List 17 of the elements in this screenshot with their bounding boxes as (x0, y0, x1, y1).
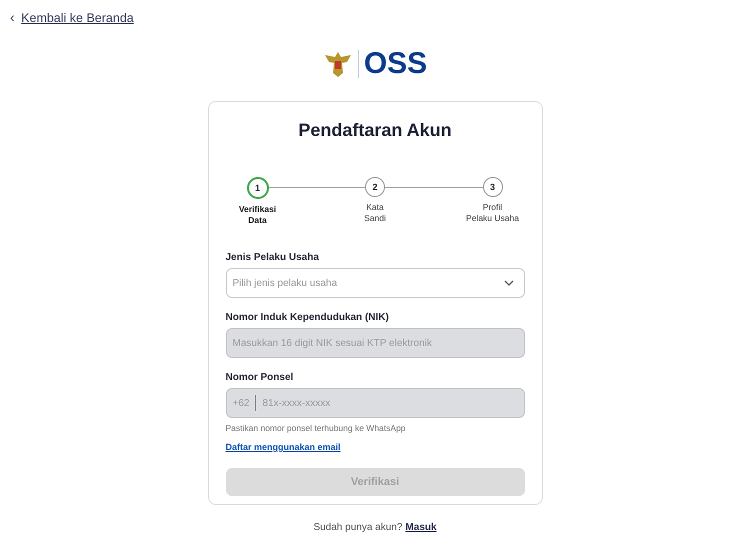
step-label: Kata Sandi (364, 202, 386, 224)
step-number: 1 (246, 177, 268, 199)
field-label: Jenis Pelaku Usaha (226, 252, 320, 263)
step-label: Profil Pelaku Usaha (466, 202, 519, 224)
chevron-down-icon (504, 280, 514, 286)
page-title: Pendaftaran Akun (297, 120, 453, 141)
field-label: Nomor Ponsel (226, 372, 294, 383)
step-label: Verifikasi Data (238, 204, 276, 226)
login-link[interactable]: Masuk (405, 522, 437, 533)
back-link[interactable]: ‹ Kembali ke Beranda (10, 11, 134, 25)
footer-text: Sudah punya akun? (313, 522, 402, 533)
field-label: Nomor Induk Kependudukan (NIK) (226, 312, 390, 323)
email-link[interactable]: Daftar menggunakan email (226, 442, 524, 452)
step-number: 3 (482, 177, 502, 197)
field-hint: Pastikan nomor ponsel terhubung ke WhatsApp (226, 423, 407, 433)
logo-text: OSS (364, 49, 428, 79)
step-number: 2 (365, 177, 385, 197)
